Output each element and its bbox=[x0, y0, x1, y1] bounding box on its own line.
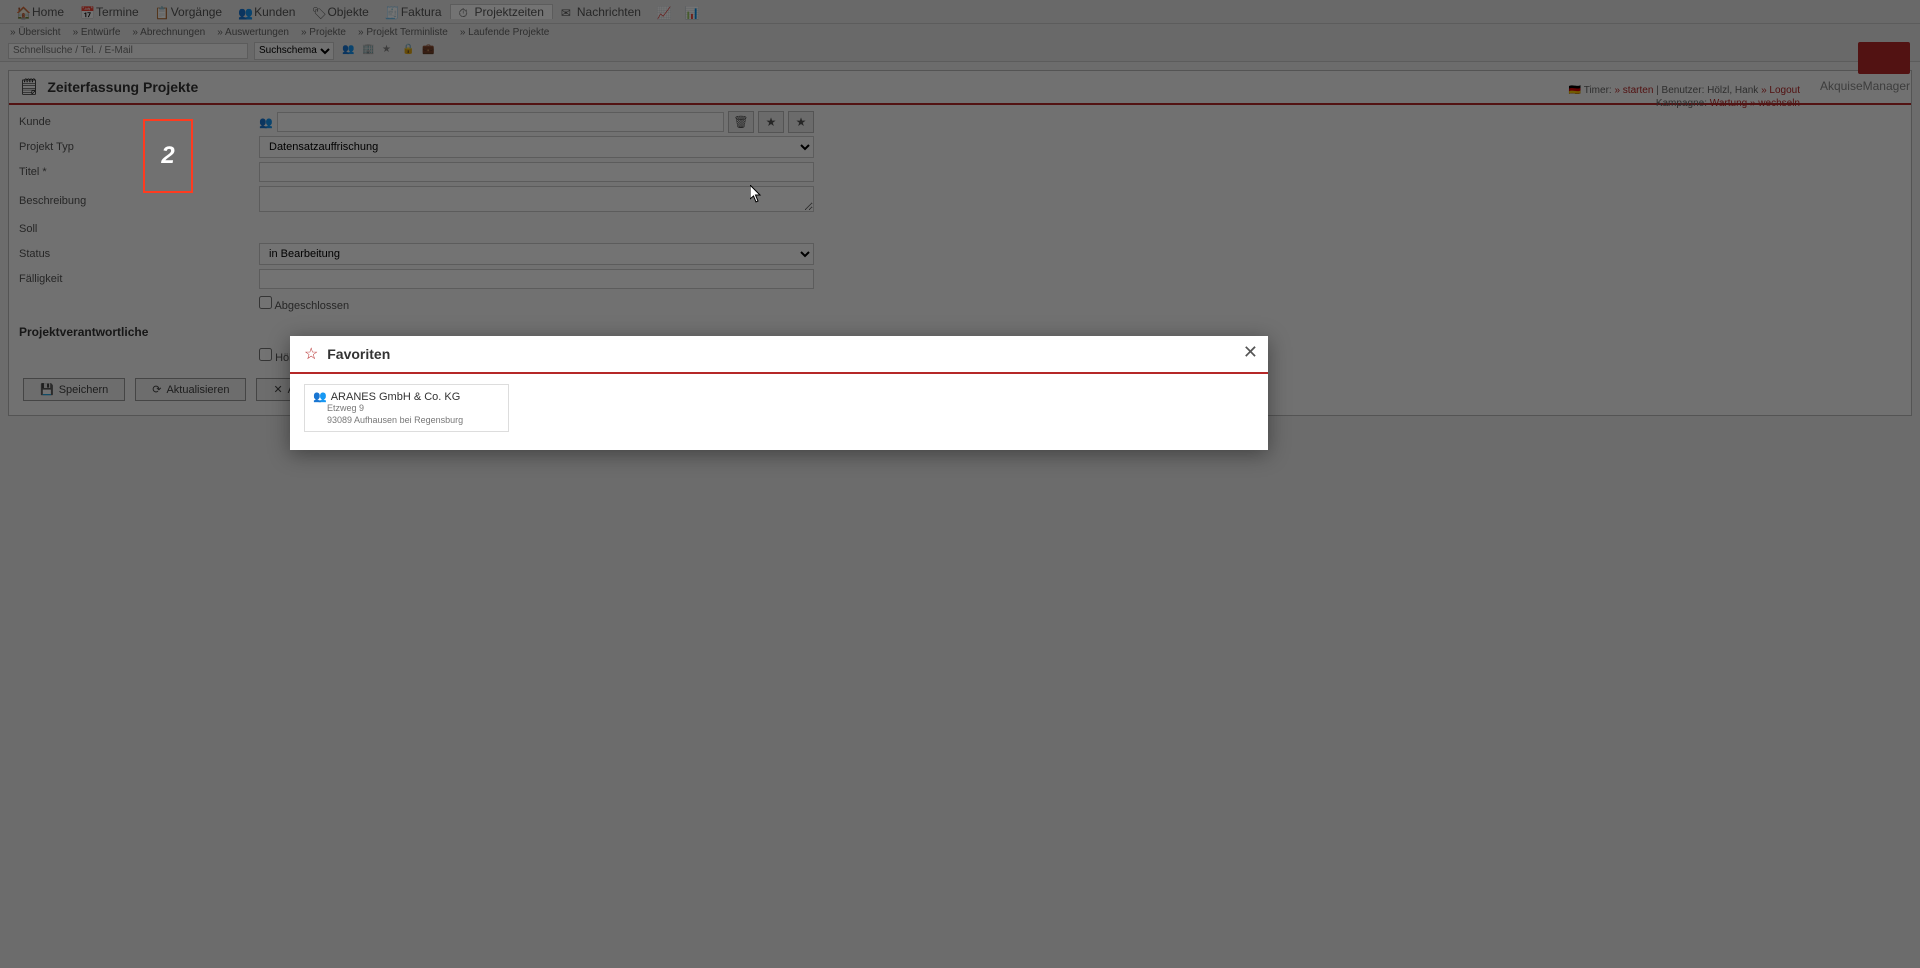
star-outline-icon: ☆ bbox=[304, 344, 318, 364]
people-icon: 👥 bbox=[313, 390, 327, 403]
modal-header: ☆ Favoriten ✕ bbox=[290, 336, 1268, 374]
modal-body: 👥 ARANES GmbH & Co. KG Etzweg 9 93089 Auf… bbox=[290, 374, 1268, 450]
cursor-icon bbox=[750, 185, 762, 203]
highlight-annotation: 2 bbox=[143, 119, 193, 193]
favorite-city: 93089 Aufhausen bei Regensburg bbox=[327, 415, 500, 427]
favorite-street: Etzweg 9 bbox=[327, 403, 500, 415]
favorites-modal: ☆ Favoriten ✕ 👥 ARANES GmbH & Co. KG Etzw… bbox=[290, 336, 1268, 450]
dim-overlay bbox=[0, 0, 1920, 968]
modal-title: Favoriten bbox=[327, 346, 390, 362]
favorite-name: ARANES GmbH & Co. KG bbox=[331, 391, 461, 403]
favorite-card[interactable]: 👥 ARANES GmbH & Co. KG Etzweg 9 93089 Auf… bbox=[304, 384, 509, 432]
highlight-number: 2 bbox=[161, 142, 174, 170]
modal-close-button[interactable]: ✕ bbox=[1243, 342, 1258, 363]
